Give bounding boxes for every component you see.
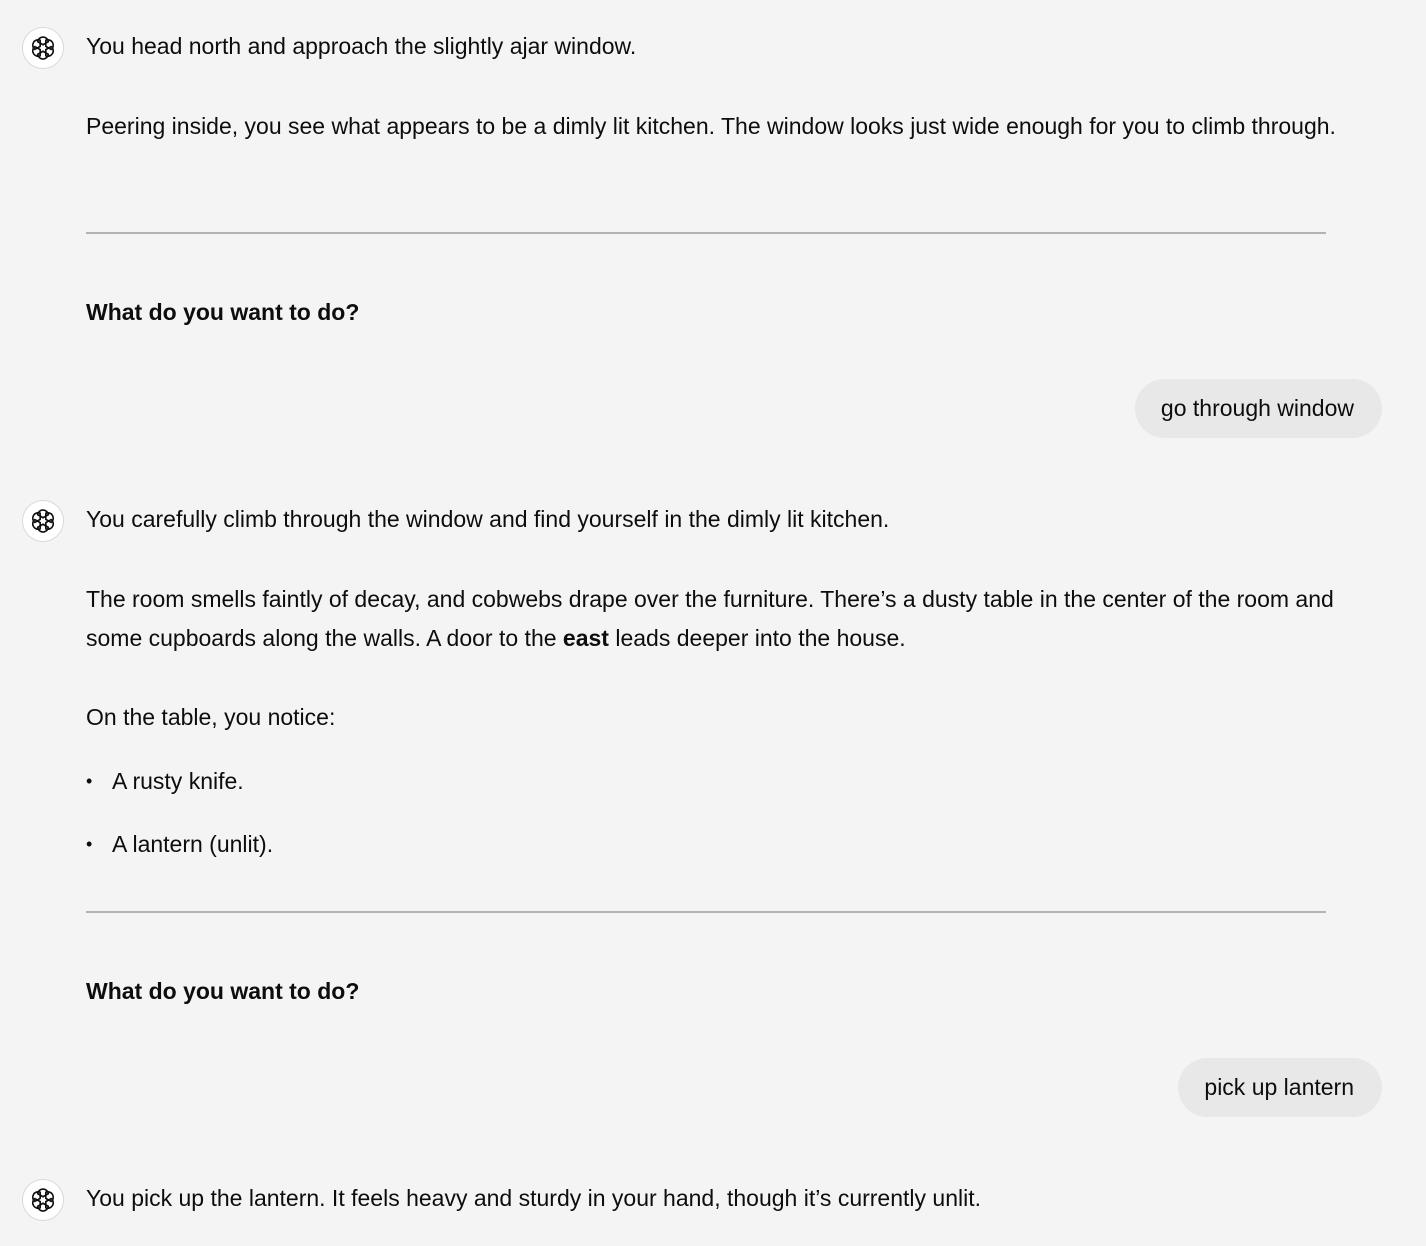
user-message-bubble: go through window [1134,379,1382,438]
openai-logo-icon [22,1179,64,1221]
assistant-paragraph: You pick up the lantern. It feels heavy … [86,1185,981,1211]
list-item-text: A lantern (unlit). [112,831,274,857]
divider [86,232,1326,234]
assistant-paragraph: Peering inside, you see what appears to … [86,113,1336,139]
prompt-heading: What do you want to do? [86,978,360,1004]
bullet-icon: • [86,834,93,854]
assistant-description: The room smells faintly of decay, and co… [86,580,1336,658]
chat-thread: You head north and approach the slightly… [0,0,1426,1246]
user-message-bubble: pick up lantern [1178,1058,1382,1117]
list-item: • A rusty knife. [86,762,244,801]
description-text: leads deeper into the house. [608,625,906,651]
list-item: • A lantern (unlit). [86,825,273,864]
list-item-text: A rusty knife. [112,768,244,794]
assistant-paragraph: You head north and approach the slightly… [86,33,637,59]
direction-emphasis: east [562,625,609,651]
prompt-heading: What do you want to do? [86,299,360,325]
bullet-icon: • [86,771,93,791]
divider [86,911,1326,913]
openai-logo-icon [22,500,64,542]
list-intro: On the table, you notice: [86,704,336,730]
assistant-paragraph: You carefully climb through the window a… [86,506,890,532]
openai-logo-icon [22,27,64,69]
